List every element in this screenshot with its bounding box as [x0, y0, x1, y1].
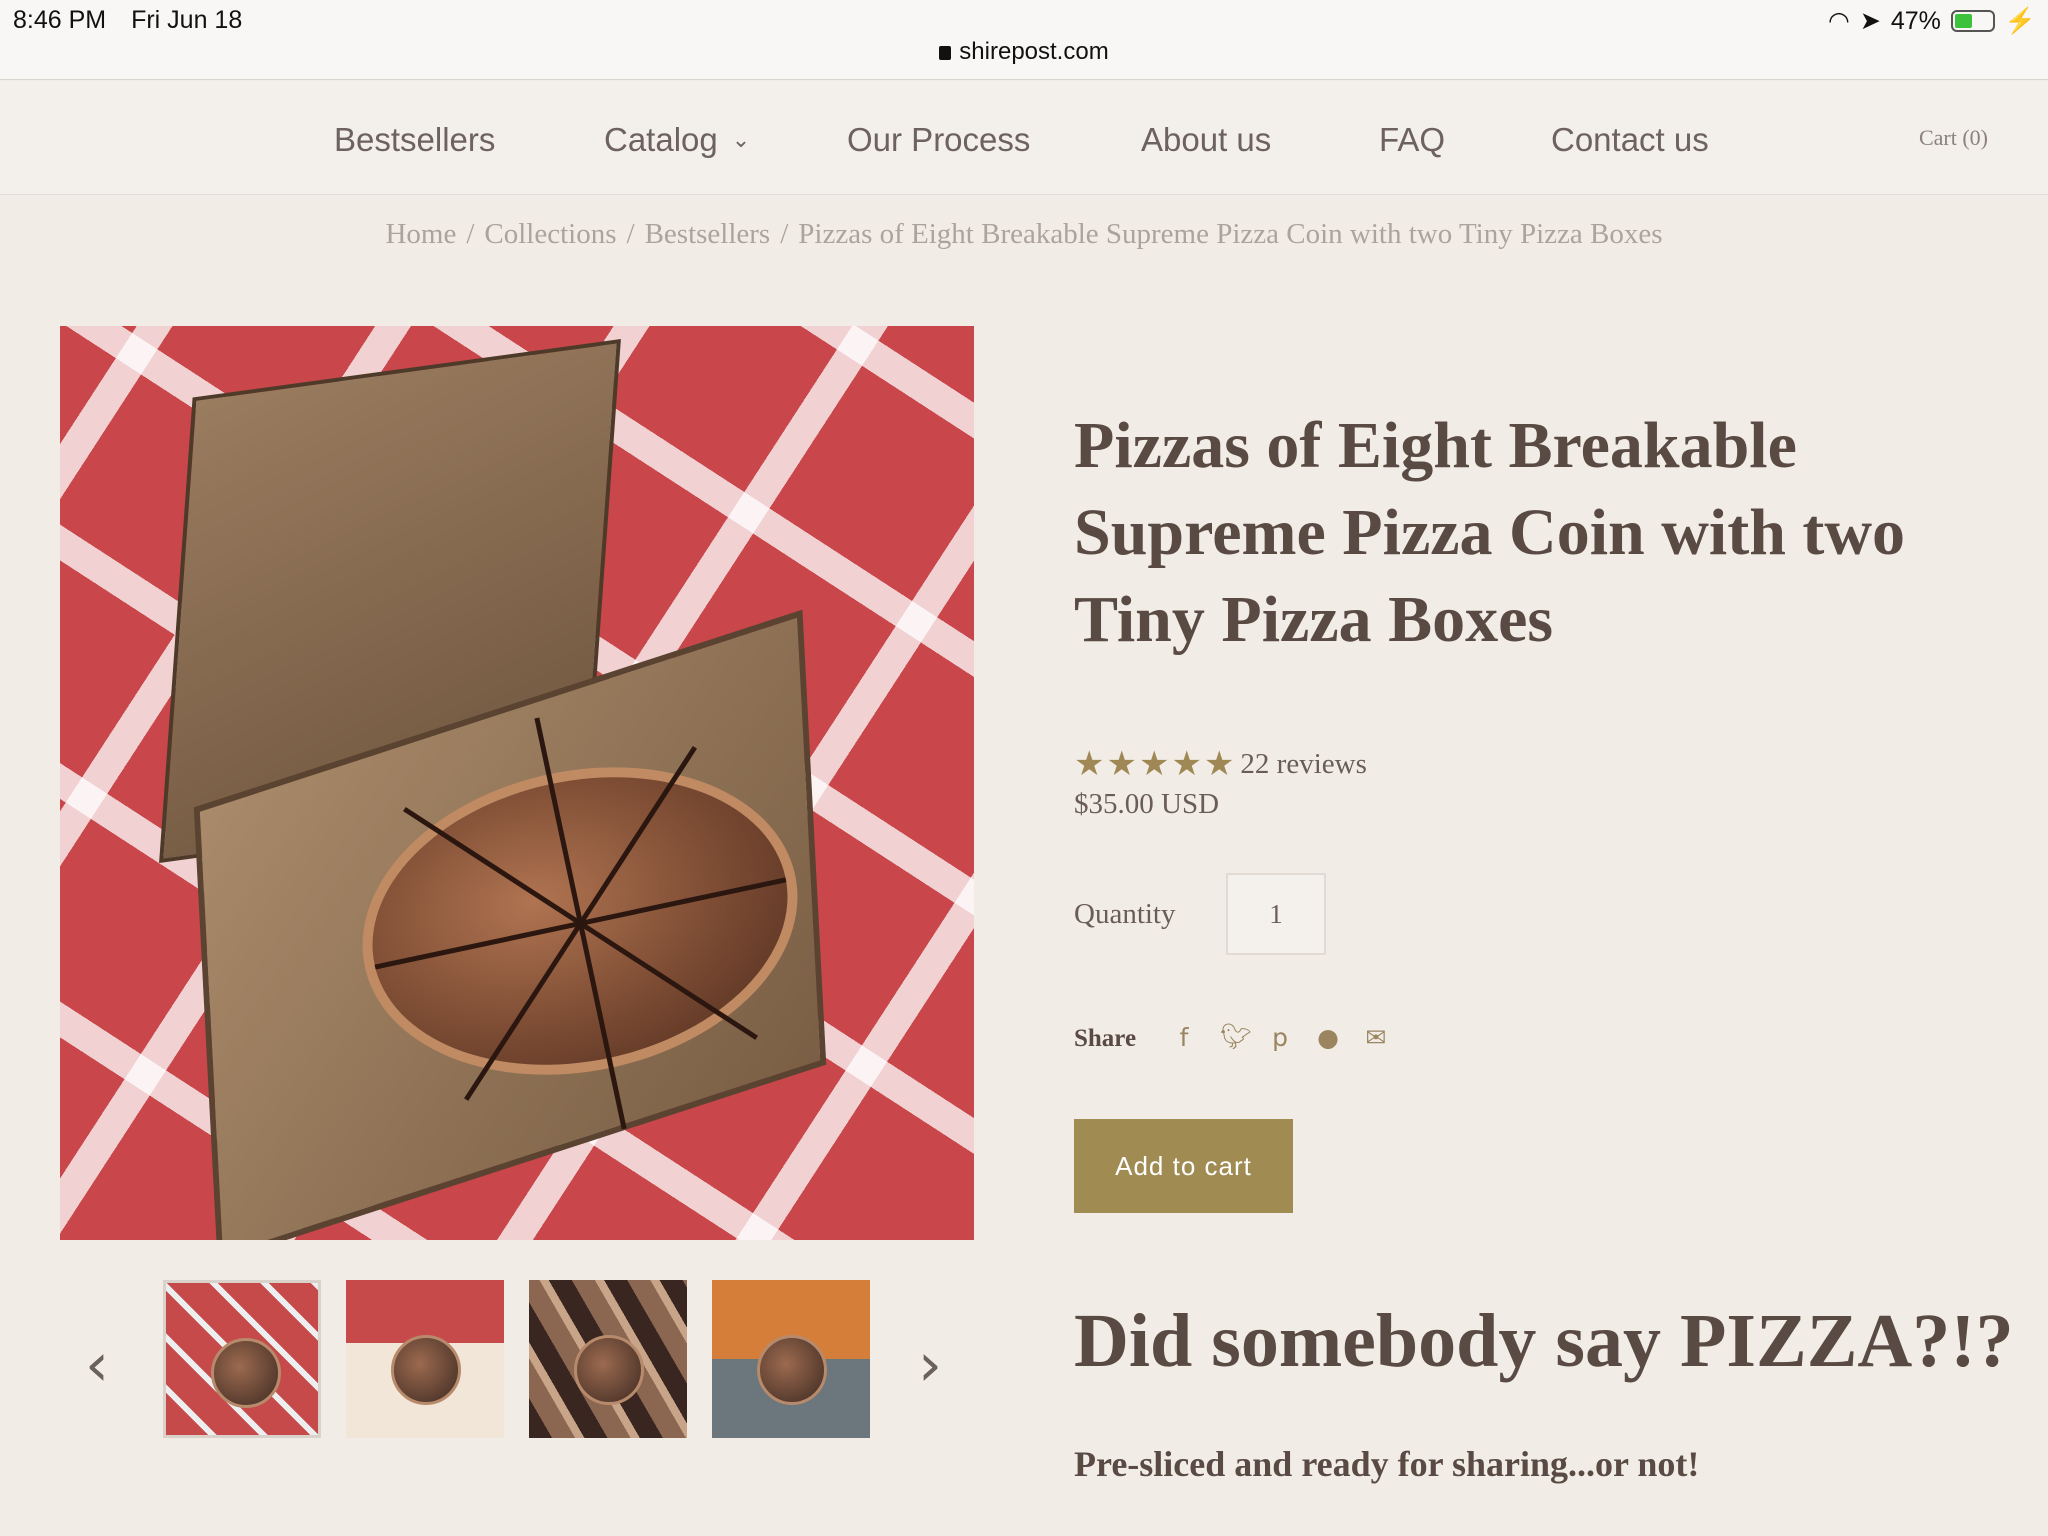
main-nav: Bestsellers Catalog ⌄ Our Process About u…: [0, 81, 2048, 195]
thumbnail-3[interactable]: [529, 1280, 687, 1438]
breadcrumb: Home / Collections / Bestsellers / Pizzas of E…: [0, 218, 2048, 251]
nav-our-process[interactable]: Our Process: [847, 121, 1030, 159]
coin-thumbnail-image: [574, 1335, 644, 1405]
nav-about-us[interactable]: About us: [1141, 121, 1271, 159]
status-bar: 8:46 PM Fri Jun 18 ◠ ➤ 47% ⚡ shirepost.c…: [0, 0, 2048, 80]
pinterest-icon[interactable]: 𝗉: [1268, 1023, 1292, 1052]
nav-faq[interactable]: FAQ: [1379, 121, 1445, 159]
chevron-right-icon[interactable]: ›: [918, 1330, 942, 1400]
coin-thumbnail-image: [391, 1335, 461, 1405]
coin-thumbnail-image: [757, 1335, 827, 1405]
address-bar[interactable]: shirepost.com: [0, 38, 2048, 66]
nav-catalog[interactable]: Catalog ⌄: [604, 121, 750, 159]
thumbnail-2[interactable]: [346, 1280, 504, 1438]
product-title: Pizzas of Eight Breakable Supreme Pizza …: [1074, 409, 1906, 656]
star-icon: ★: [1203, 744, 1235, 784]
add-to-cart-button[interactable]: Add to cart: [1074, 1119, 1293, 1213]
reviews-count[interactable]: 22 reviews: [1240, 748, 1366, 781]
breadcrumb-separator: /: [626, 218, 635, 250]
url-text: shirepost.com: [959, 38, 1109, 65]
star-icon: ★: [1074, 744, 1105, 784]
breadcrumb-collections[interactable]: Collections: [484, 218, 616, 250]
breadcrumb-separator: /: [780, 218, 789, 250]
status-date: Fri Jun 18: [131, 6, 243, 34]
thumbnail-1[interactable]: [163, 1280, 321, 1438]
breadcrumb-bestsellers[interactable]: Bestsellers: [645, 218, 771, 250]
breadcrumb-current: Pizzas of Eight Breakable Supreme Pizza …: [798, 218, 1663, 250]
product-rating[interactable]: ★ ★ ★ ★ ★ 22 reviews: [1074, 744, 1367, 784]
email-icon[interactable]: ✉: [1364, 1023, 1388, 1052]
battery-percent: 47%: [1890, 6, 1941, 35]
breadcrumb-separator: /: [466, 218, 475, 250]
description-tagline: Pre-sliced and ready for sharing...or no…: [1074, 1444, 1700, 1484]
twitter-icon[interactable]: 🐦︎: [1220, 1022, 1252, 1052]
thumbnail-4[interactable]: [712, 1280, 870, 1438]
share-icons: f 🐦︎ 𝗉 ● ✉: [1172, 1022, 1388, 1052]
star-icon: ★: [1171, 744, 1202, 784]
coin-thumbnail-image: [211, 1338, 281, 1408]
chevron-down-icon: ⌄: [731, 127, 751, 152]
facebook-icon[interactable]: f: [1172, 1023, 1196, 1052]
fancy-icon[interactable]: ●: [1316, 1023, 1340, 1052]
chevron-left-icon[interactable]: ‹: [85, 1330, 109, 1400]
quantity-input[interactable]: [1226, 873, 1326, 955]
status-time: 8:46 PM: [13, 6, 107, 34]
status-right: ◠ ➤ 47% ⚡: [1828, 6, 2036, 36]
nav-bestsellers[interactable]: Bestsellers: [334, 121, 495, 159]
cart-link[interactable]: Cart (0): [1919, 125, 1988, 151]
wifi-icon: ◠: [1828, 7, 1850, 35]
battery-icon: [1950, 10, 1995, 32]
star-icon: ★: [1106, 744, 1137, 784]
lock-icon: [939, 46, 952, 60]
product-main-image[interactable]: [60, 326, 974, 1240]
charging-icon: ⚡: [2004, 6, 2036, 35]
status-left: 8:46 PM Fri Jun 18: [13, 6, 260, 35]
product-price: $35.00 USD: [1074, 788, 1220, 820]
quantity-label: Quantity: [1074, 898, 1176, 930]
description-heading: Did somebody say PIZZA?!?: [1074, 1299, 2014, 1383]
share-label: Share: [1074, 1025, 1137, 1052]
nav-catalog-label: Catalog: [604, 121, 718, 158]
nav-contact-us[interactable]: Contact us: [1551, 121, 1709, 159]
star-icon: ★: [1138, 744, 1170, 784]
location-icon: ➤: [1859, 7, 1881, 35]
breadcrumb-home[interactable]: Home: [385, 218, 456, 250]
